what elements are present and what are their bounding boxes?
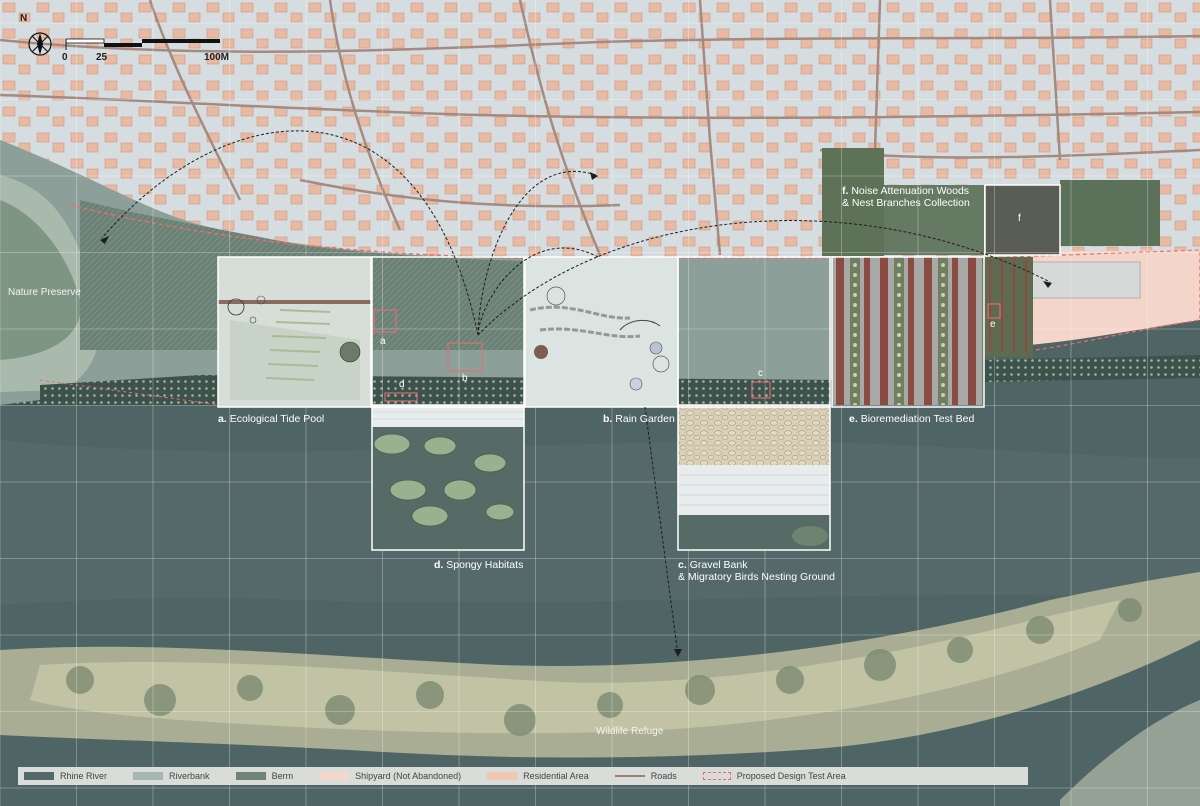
north-label: N <box>20 13 28 24</box>
legend-label: Riverbank <box>169 771 210 781</box>
site-marker-a: a <box>380 336 386 347</box>
legend-swatch <box>702 772 731 780</box>
panel-f-caption: f. Noise Attenuation Woods & Nest Branche… <box>842 185 970 209</box>
panel-c-caption: c. Gravel Bank & Migratory Birds Nesting … <box>678 559 835 583</box>
site-marker-b: b <box>462 373 468 384</box>
nature-preserve-label: Nature Preserve <box>8 287 81 298</box>
panel-e-caption: e. Bioremediation Test Bed <box>849 413 975 425</box>
legend-item: Riverbank <box>133 771 210 781</box>
legend-label: Residential Area <box>523 771 589 781</box>
legend-label: Berm <box>271 771 294 781</box>
wildlife-refuge-label: Wildlife Refuge <box>596 726 664 737</box>
scale-label-100m: 100M <box>204 52 230 63</box>
panel-c-gravel-bank <box>678 405 830 550</box>
site-marker-f: f <box>1018 213 1021 224</box>
legend-swatch <box>487 772 518 780</box>
legend-item: Residential Area <box>487 771 589 781</box>
scale-label-25: 25 <box>96 52 108 63</box>
legend-label: Roads <box>650 771 677 781</box>
site-plan-map: N 0 25 100M Nature Preserve Wildlife Ref… <box>0 0 1200 806</box>
legend-swatch <box>24 772 54 780</box>
panel-a-caption: a. Ecological Tide Pool <box>218 413 325 425</box>
legend-label: Rhine River <box>60 771 108 781</box>
legend-swatch <box>614 775 645 777</box>
legend-swatch <box>133 772 164 780</box>
legend-swatch <box>235 772 266 780</box>
panel-a-ecological-tide-pool <box>218 257 371 407</box>
legend-item: Rhine River <box>24 771 107 781</box>
map-canvas <box>0 0 1200 806</box>
site-marker-e: e <box>990 319 996 330</box>
legend-item: Berm <box>235 771 294 781</box>
map-legend: Rhine River Riverbank Berm Shipyard (Not Ab… <box>18 767 1028 785</box>
legend-item: Roads <box>614 771 677 781</box>
site-marker-d: d <box>399 379 405 390</box>
panel-d-caption: d. Spongy Habitats <box>434 559 524 571</box>
site-marker-c: c <box>758 368 763 379</box>
legend-item: Shipyard (Not Abandoned) <box>319 771 461 781</box>
panel-d-spongy-habitats <box>372 405 524 550</box>
legend-label: Shipyard (Not Abandoned) <box>355 771 462 781</box>
legend-swatch <box>319 772 350 780</box>
legend-label: Proposed Design Test Area <box>736 771 846 781</box>
legend-item: Proposed Design Test Area <box>702 771 846 781</box>
scale-label-0: 0 <box>62 52 68 63</box>
panel-b-caption: b. Rain Garden <box>603 413 675 425</box>
panel-b-rain-garden <box>525 257 678 407</box>
